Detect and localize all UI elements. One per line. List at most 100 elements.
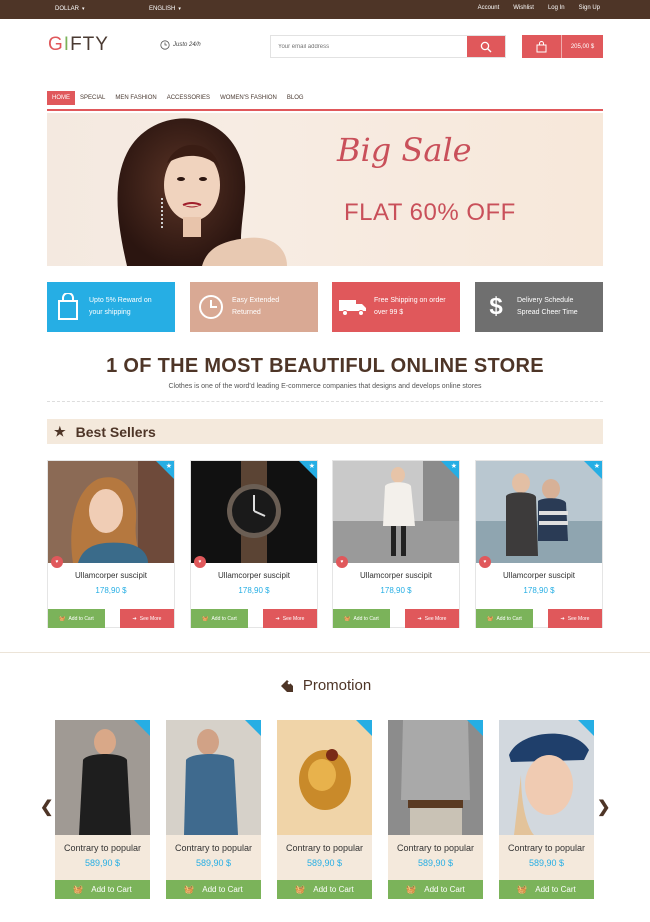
- product-image: [277, 720, 372, 835]
- badge-corner: [578, 720, 594, 736]
- add-to-cart-button[interactable]: 🧺 Add to Cart: [48, 609, 105, 628]
- add-to-cart-button[interactable]: 🧺 Add to Cart: [333, 609, 390, 628]
- star-icon: ★: [54, 423, 66, 439]
- login-link[interactable]: Log In: [548, 5, 565, 11]
- see-more-button[interactable]: ➔ See More: [405, 609, 459, 628]
- banner-subline: FLAT 60% OFF: [344, 199, 516, 226]
- nav-divider: [47, 109, 603, 111]
- arrow-right-icon: ➔: [560, 615, 565, 622]
- feature-icon-wrap: [332, 297, 374, 317]
- add-to-cart-button[interactable]: 🧺 Add to Cart: [55, 880, 150, 899]
- carousel-next-button[interactable]: ❯: [597, 797, 610, 817]
- feature-text: Upto 5% Reward on your shipping: [89, 295, 152, 319]
- feature-line1: Upto 5% Reward on: [89, 297, 152, 304]
- search-bar: [270, 35, 506, 58]
- carousel-prev-button[interactable]: ❮: [40, 797, 53, 817]
- nav-accessories[interactable]: ACCESSORIES: [162, 91, 215, 105]
- feature-icon-wrap: [47, 293, 89, 321]
- feature-returns[interactable]: Easy Extended Returned: [190, 282, 318, 332]
- arrow-right-icon: ➔: [417, 615, 422, 622]
- product-name[interactable]: Ullamcorper suscipit: [191, 571, 317, 580]
- badge-corner: [356, 720, 372, 736]
- account-link[interactable]: Account: [478, 5, 500, 11]
- product-price: 589,90 $: [84, 858, 121, 868]
- add-to-cart-button[interactable]: 🧺 Add to Cart: [476, 609, 533, 628]
- search-button[interactable]: [467, 36, 505, 57]
- feature-line1: Delivery Schedule: [517, 297, 574, 304]
- see-more-button[interactable]: ➔ See More: [263, 609, 317, 628]
- section-divider: [47, 401, 603, 402]
- product-name[interactable]: Contrary to popular: [277, 843, 372, 853]
- nav-home[interactable]: HOME: [47, 91, 75, 105]
- feature-shipping[interactable]: Free Shipping on order over 99 $: [332, 282, 460, 332]
- add-to-cart-button[interactable]: 🧺 Add to Cart: [388, 880, 483, 899]
- product-card[interactable]: ★ ♥ Ullamcorper suscipit 178,90 $ 🧺 Add t…: [47, 460, 175, 628]
- add-to-cart-label: Add to Cart: [68, 615, 94, 622]
- see-more-label: See More: [424, 615, 447, 622]
- feature-delivery[interactable]: $ Delivery Schedule Spread Cheer Time: [475, 282, 603, 332]
- wishlist-link[interactable]: Wishlist: [513, 5, 534, 11]
- product-price: 589,90 $: [306, 858, 343, 868]
- banner-headline: Big Sale: [337, 131, 472, 169]
- promo-card[interactable]: Contrary to popular 589,90 $ 🧺 Add to Car…: [388, 720, 483, 900]
- product-name[interactable]: Ullamcorper suscipit: [48, 571, 174, 580]
- see-more-button[interactable]: ➔ See More: [120, 609, 174, 628]
- logo[interactable]: GIFTY: [48, 34, 109, 56]
- store-subtitle: Clothes is one of the word'd leading E-c…: [168, 383, 482, 390]
- promo-card[interactable]: Contrary to popular 589,90 $ 🧺 Add to Car…: [166, 720, 261, 900]
- arrow-right-icon: ➔: [275, 615, 280, 622]
- feature-reward[interactable]: Upto 5% Reward on your shipping: [47, 282, 175, 332]
- product-image: [166, 720, 261, 835]
- feature-icon-wrap: $: [475, 295, 517, 319]
- nav-womens-fashion[interactable]: WOMEN'S FASHION: [215, 91, 282, 105]
- search-icon: [480, 41, 492, 52]
- feature-icon-wrap: [190, 294, 232, 320]
- product-name[interactable]: Contrary to popular: [388, 843, 483, 853]
- product-price: 178,90 $: [95, 586, 127, 595]
- product-name[interactable]: Ullamcorper suscipit: [476, 571, 602, 580]
- product-card[interactable]: ★ ♥ Ullamcorper suscipit 178,90 $ 🧺 Add t…: [475, 460, 603, 628]
- badge-corner: [467, 720, 483, 736]
- search-input[interactable]: [271, 36, 467, 57]
- basket-icon: 🧺: [295, 885, 306, 894]
- clock-icon: [160, 40, 170, 50]
- add-to-cart-button[interactable]: 🧺 Add to Cart: [277, 880, 372, 899]
- promo-card[interactable]: Contrary to popular 589,90 $ 🧺 Add to Car…: [499, 720, 594, 900]
- currency-select[interactable]: DOLLAR ▾: [55, 6, 85, 12]
- chevron-left-icon: ❮: [40, 799, 54, 816]
- signup-link[interactable]: Sign Up: [579, 5, 600, 11]
- product-image: [55, 720, 150, 835]
- add-to-cart-button[interactable]: 🧺 Add to Cart: [499, 880, 594, 899]
- wishlist-heart-icon[interactable]: ♥: [194, 556, 206, 568]
- nav-blog[interactable]: BLOG: [282, 91, 309, 105]
- feature-line2: Spread Cheer Time: [517, 309, 578, 316]
- promotion-title: Promotion: [302, 677, 372, 694]
- cart-button[interactable]: 205,00 $: [522, 35, 603, 58]
- product-card[interactable]: ★ ♥ Ullamcorper suscipit 178,90 $ 🧺 Add t…: [190, 460, 318, 628]
- model-photo: [117, 118, 287, 266]
- nav-special[interactable]: SPECIAL: [75, 91, 110, 105]
- feature-line1: Easy Extended: [232, 297, 280, 304]
- basket-icon: 🧺: [344, 615, 351, 622]
- currency-label: DOLLAR: [55, 6, 80, 12]
- nav-men-fashion[interactable]: MEN FASHION: [110, 91, 161, 105]
- wishlist-heart-icon[interactable]: ♥: [479, 556, 491, 568]
- cart-icon-wrap: [522, 35, 562, 58]
- add-to-cart-button[interactable]: 🧺 Add to Cart: [166, 880, 261, 899]
- language-select[interactable]: ENGLISH ▾: [149, 6, 181, 12]
- product-price: 589,90 $: [417, 858, 454, 868]
- hero-banner[interactable]: Big Sale FLAT 60% OFF: [47, 113, 603, 266]
- add-to-cart-button[interactable]: 🧺 Add to Cart: [191, 609, 248, 628]
- basket-icon: 🧺: [73, 885, 84, 894]
- wishlist-heart-icon[interactable]: ♥: [51, 556, 63, 568]
- promo-card[interactable]: Contrary to popular 589,90 $ 🧺 Add to Car…: [277, 720, 372, 900]
- product-card[interactable]: ★ ♥ Ullamcorper suscipit 178,90 $ 🧺 Add t…: [332, 460, 460, 628]
- promo-card[interactable]: Contrary to popular 589,90 $ 🧺 Add to Car…: [55, 720, 150, 900]
- product-name[interactable]: Contrary to popular: [499, 843, 594, 853]
- product-name[interactable]: Ullamcorper suscipit: [333, 571, 459, 580]
- promo-info: Contrary to popular 589,90 $: [166, 835, 261, 880]
- wishlist-heart-icon[interactable]: ♥: [336, 556, 348, 568]
- product-name[interactable]: Contrary to popular: [166, 843, 261, 853]
- product-name[interactable]: Contrary to popular: [55, 843, 150, 853]
- see-more-button[interactable]: ➔ See More: [548, 609, 602, 628]
